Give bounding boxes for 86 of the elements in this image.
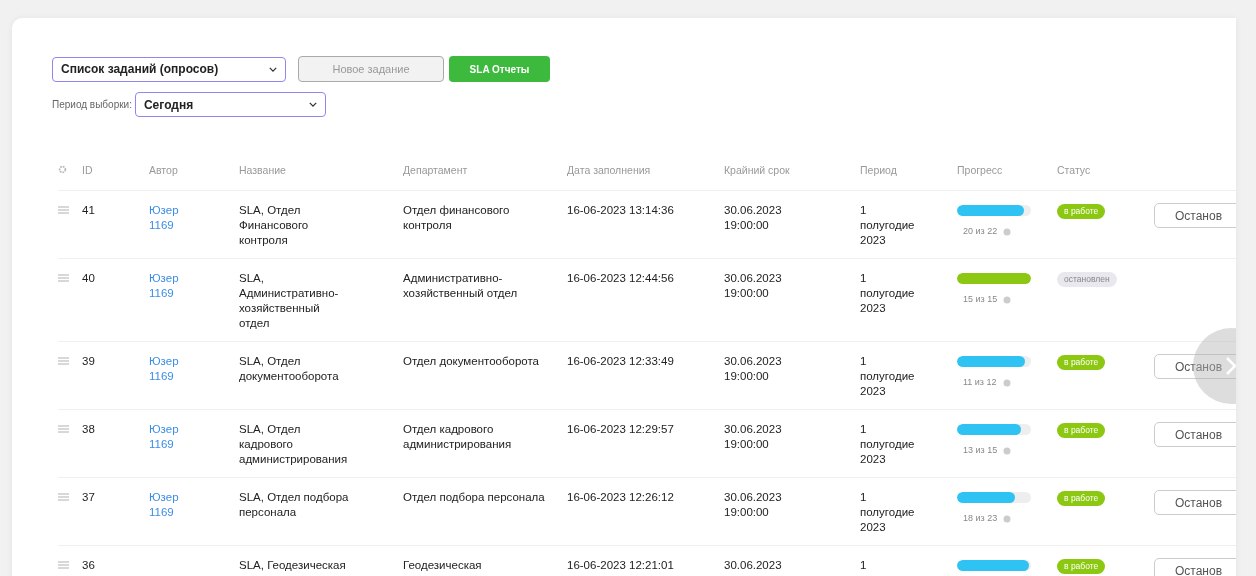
table-cell-text: 30.06.2023 19:00:00 [724, 271, 783, 301]
table-cell-text: 30.06.2023 19:00:00 [724, 490, 783, 520]
drag-handle-icon[interactable] [58, 425, 69, 433]
chevron-down-icon [308, 102, 317, 107]
settings-icon[interactable] [58, 165, 67, 174]
status-badge: в работе [1057, 491, 1106, 506]
progress-count: 15 из 15 [963, 293, 998, 306]
new-task-button[interactable]: Новое задание [298, 56, 444, 82]
table-cell-text: Геодезическая [403, 558, 483, 573]
table-cell-text: 1 полугодие 2023 [860, 422, 916, 467]
chevron-down-icon [269, 66, 277, 72]
progress-count: 11 из 12 [963, 376, 997, 389]
table-cell: 16-06-2023 12:26:12 [567, 491, 674, 503]
table-cell-text: 30.06.2023 19:00:00 [724, 354, 783, 384]
table-cell-text: 1 полугодие 2023 [860, 271, 916, 316]
table-cell-text: SLA, Отдел документооборота [239, 354, 340, 384]
progress-count: 18 из 23 [963, 512, 998, 525]
table-cell: 37 [82, 491, 95, 503]
status-badge: в работе [1057, 204, 1106, 219]
table-cell: 38 [82, 423, 95, 435]
author-link[interactable]: Юзер 1169 [149, 490, 199, 520]
table-cell: 16-06-2023 13:14:36 [567, 204, 674, 216]
status-badge: в работе [1057, 559, 1106, 574]
status-badge: в работе [1057, 423, 1106, 438]
table-cell: 36 [82, 559, 95, 571]
column-header[interactable]: Автор [149, 164, 178, 176]
info-icon[interactable] [1003, 514, 1012, 523]
column-header[interactable]: Департамент [403, 164, 468, 176]
stop-button[interactable]: Останов [1154, 558, 1236, 576]
stop-button[interactable]: Останов [1154, 490, 1236, 515]
table-cell-text: Административно-хозяйственный отдел [403, 271, 519, 301]
table-cell-text: SLA, Отдел кадрового администрирования [239, 422, 349, 467]
table-cell: Отдел подбора персонала [403, 490, 545, 505]
table-cell-text: 1 полугодие 2023 [860, 354, 916, 399]
table-cell-text: 30.06.2023 [724, 558, 783, 573]
table-cell-text: Отдел кадрового администрирования [403, 422, 513, 452]
author-link[interactable]: Юзер 1169 [149, 422, 199, 452]
table-cell-text: 1 полугодие 2023 [860, 203, 916, 248]
list-select[interactable]: Список заданий (опросов) [52, 56, 286, 82]
stop-button[interactable]: Останов [1154, 203, 1236, 228]
table-cell-text: 30.06.2023 19:00:00 [724, 203, 783, 233]
info-icon[interactable] [1003, 446, 1012, 455]
column-header[interactable]: Статус [1057, 164, 1091, 176]
table-cell-text: 1 [860, 558, 868, 573]
reports-button[interactable]: SLA Отчеты [449, 56, 550, 82]
column-header[interactable]: ID [82, 164, 93, 176]
table-cell-text: SLA, Геодезическая [239, 558, 347, 573]
column-header[interactable]: Крайний срок [724, 164, 790, 176]
info-icon[interactable] [1003, 295, 1012, 304]
drag-handle-icon[interactable] [58, 274, 69, 282]
author-link[interactable]: Юзер 1169 [149, 271, 199, 301]
table-cell: 41 [82, 204, 95, 216]
progress-count: 20 из 22 [963, 225, 998, 238]
drag-handle-icon[interactable] [58, 357, 69, 365]
drag-handle-icon[interactable] [58, 206, 69, 214]
table-cell-text: Отдел финансового контроля [403, 203, 511, 233]
progress-count: 13 из 15 [963, 444, 998, 457]
table-cell: 16-06-2023 12:21:01 [567, 559, 674, 571]
column-header[interactable]: Название [239, 164, 286, 176]
drag-handle-icon[interactable] [58, 493, 69, 501]
table-cell-text: Отдел документооборота [403, 354, 540, 369]
table-cell: 16-06-2023 12:33:49 [567, 355, 674, 367]
period-label: Период выборки: [52, 99, 132, 110]
column-header[interactable]: Дата заполнения [567, 164, 651, 176]
stop-button[interactable]: Останов [1154, 422, 1236, 447]
column-header[interactable]: Период [860, 164, 897, 176]
table-cell-text: SLA, Отдел Финансового контроля [239, 203, 310, 248]
period-select[interactable]: Сегодня [134, 92, 326, 117]
column-header[interactable]: Прогресс [957, 164, 1003, 176]
table-cell: 16-06-2023 12:44:56 [567, 272, 674, 284]
stop-button[interactable]: Останов [1154, 354, 1236, 379]
author-link[interactable]: Юзер 1169 [149, 354, 199, 384]
info-icon[interactable] [1002, 378, 1011, 387]
table-cell-text: SLA, Отдел подбора персонала [239, 490, 350, 520]
table-cell-text: 30.06.2023 19:00:00 [724, 422, 783, 452]
table-cell: 39 [82, 355, 95, 367]
table-cell-text: SLA, Административно-хозяйственный отдел [239, 271, 340, 331]
table-cell: 40 [82, 272, 95, 284]
chevron-right-icon [1224, 355, 1236, 377]
table-cell-text: 1 полугодие 2023 [860, 490, 916, 535]
info-icon[interactable] [1003, 227, 1012, 236]
status-badge: в работе [1057, 355, 1106, 370]
status-badge: остановлен [1057, 272, 1117, 287]
drag-handle-icon[interactable] [58, 561, 69, 569]
table-cell: 16-06-2023 12:29:57 [567, 423, 674, 435]
author-link[interactable]: Юзер 1169 [149, 203, 199, 233]
